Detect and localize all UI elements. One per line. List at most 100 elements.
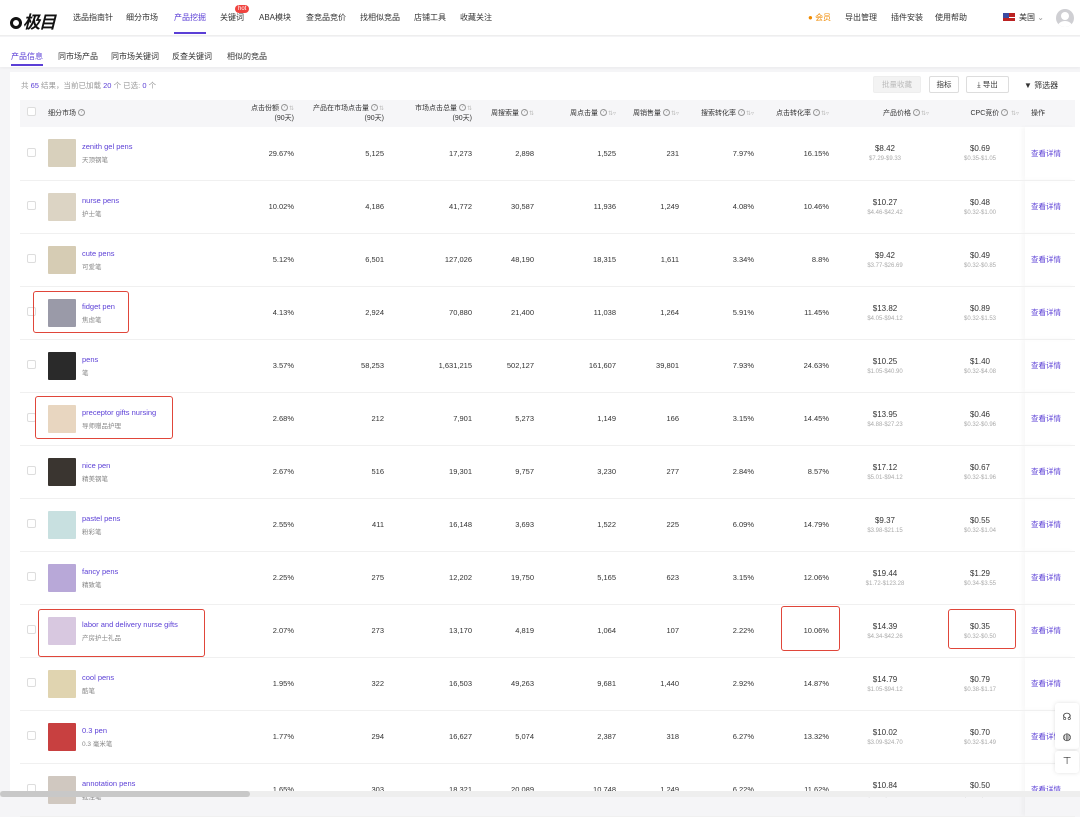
market-name-link[interactable]: cute pens <box>82 249 115 258</box>
weekly-search: 20,089 <box>478 763 540 817</box>
nav-item-favorites[interactable]: 收藏关注 <box>460 12 492 23</box>
market-name-link[interactable]: pastel pens <box>82 514 120 523</box>
view-details-link[interactable]: 查看详情 <box>1025 604 1075 658</box>
tab-same-market-products[interactable]: 同市场产品 <box>58 51 98 62</box>
click-share: 4.13% <box>230 286 300 340</box>
vip-link[interactable]: ● 会员 <box>808 12 831 23</box>
col-search-cvr[interactable]: 搜索转化率? ⇅▿ <box>685 100 760 127</box>
market-name-link[interactable]: labor and delivery nurse gifts <box>82 620 178 629</box>
product-thumbnail[interactable] <box>48 139 76 168</box>
row-checkbox[interactable] <box>26 572 36 581</box>
product-thumbnail[interactable] <box>48 722 76 751</box>
market-name-link[interactable]: nurse pens <box>82 196 119 205</box>
back-to-top-button[interactable]: ⊤ <box>1055 751 1079 773</box>
avatar[interactable] <box>1056 9 1074 27</box>
product-thumbnail[interactable] <box>48 351 76 380</box>
market-name-link[interactable]: fidget pen <box>82 302 115 311</box>
market-name-link[interactable]: annotation pens <box>82 779 135 788</box>
row-checkbox[interactable] <box>26 201 36 210</box>
weekly-sales: 107 <box>622 604 685 658</box>
view-details-link[interactable]: 查看详情 <box>1025 392 1075 446</box>
market-name-link[interactable]: pens <box>82 355 98 364</box>
export-button[interactable]: ⤓ 导出 <box>966 76 1009 93</box>
col-weekly-search[interactable]: 周搜索量? ⇅ <box>478 100 540 127</box>
nav-item-keywords[interactable]: 关键词 hot <box>220 5 250 23</box>
col-click-cvr[interactable]: 点击转化率? ⇅▿ <box>760 100 835 127</box>
col-price[interactable]: 产品价格? ⇅▿ <box>835 100 935 127</box>
nav-item-product-mining[interactable]: 产品挖掘 <box>174 12 206 34</box>
view-details-link[interactable]: 查看详情 <box>1025 180 1075 234</box>
nav-item-similar[interactable]: 找相似竞品 <box>360 12 400 23</box>
view-details-link[interactable]: 查看详情 <box>1025 233 1075 287</box>
view-details-link[interactable]: 查看详情 <box>1025 551 1075 605</box>
row-checkbox[interactable] <box>26 307 36 316</box>
row-checkbox[interactable] <box>26 678 36 687</box>
filter-button[interactable]: ▼ 筛选器 <box>1024 80 1058 91</box>
tab-similar-competitors[interactable]: 相似的竞品 <box>227 51 267 62</box>
nav-item-compass[interactable]: 选品指南针 <box>73 12 113 23</box>
row-checkbox[interactable] <box>26 413 36 422</box>
product-thumbnail[interactable] <box>48 775 76 804</box>
scrollbar-thumb[interactable] <box>0 791 250 797</box>
product-thumbnail[interactable] <box>48 510 76 539</box>
help-icon: ? <box>599 109 607 117</box>
product-thumbnail[interactable] <box>48 192 76 221</box>
product-thumbnail[interactable] <box>48 245 76 274</box>
product-thumbnail[interactable] <box>48 457 76 486</box>
tab-reverse-keywords[interactable]: 反查关键词 <box>172 51 212 62</box>
product-thumbnail[interactable] <box>48 404 76 433</box>
nav-item-aba[interactable]: ABA模块 <box>259 12 291 23</box>
view-details-link[interactable]: 查看详情 <box>1025 286 1075 340</box>
product-thumbnail[interactable] <box>48 669 76 698</box>
view-details-link[interactable]: 查看详情 <box>1025 498 1075 552</box>
market-name-link[interactable]: nice pen <box>82 461 110 470</box>
view-details-link[interactable]: 查看详情 <box>1025 445 1075 499</box>
click-cvr: 13.32% <box>760 710 835 764</box>
row-checkbox[interactable] <box>26 147 36 157</box>
product-table: 细分市场? 点击份额? ⇅ (90天) 产品在市场点击量? ⇅ (90天) 市场点击总量… <box>20 100 1075 817</box>
col-weekly-clicks[interactable]: 周点击量? ⇅▿ <box>540 100 622 127</box>
market-name-link[interactable]: cool pens <box>82 673 114 682</box>
export-manage-link[interactable]: 导出管理 <box>845 12 877 23</box>
col-product-clicks[interactable]: 产品在市场点击量? ⇅ (90天) <box>300 100 390 127</box>
col-market-clicks[interactable]: 市场点击总量? ⇅ (90天) <box>390 100 478 127</box>
market-name-link[interactable]: zenith gel pens <box>82 142 132 151</box>
row-checkbox[interactable] <box>26 731 36 740</box>
market-name-link[interactable]: 0.3 pen <box>82 726 112 735</box>
col-weekly-sales[interactable]: 周销售量? ⇅▿ <box>622 100 685 127</box>
row-checkbox[interactable] <box>26 254 36 263</box>
cpc-bid: $0.35 <box>969 621 991 631</box>
col-click-share[interactable]: 点击份额? ⇅ (90天) <box>230 100 300 127</box>
plugin-install-link[interactable]: 插件安装 <box>891 12 923 23</box>
tab-product-info[interactable]: 产品信息 <box>11 51 43 66</box>
metrics-button[interactable]: 指标 <box>929 76 959 93</box>
help-link[interactable]: 使用帮助 <box>935 12 967 23</box>
headset-icon[interactable]: ☊ <box>1055 708 1079 728</box>
cpc-range: $0.32-$1.96 <box>963 474 997 481</box>
market-name-link[interactable]: preceptor gifts nursing <box>82 408 156 417</box>
weekly-clicks: 11,936 <box>540 180 622 234</box>
tab-same-market-keywords[interactable]: 同市场关键词 <box>111 51 159 62</box>
select-all-checkbox[interactable] <box>26 107 36 116</box>
product-thumbnail[interactable] <box>48 616 76 645</box>
country-select[interactable]: 美国 ⌄ <box>1003 12 1044 23</box>
batch-favorite-button[interactable]: 批量收藏 <box>873 76 921 93</box>
globe-icon[interactable]: ◍ <box>1055 728 1079 748</box>
horizontal-scrollbar[interactable] <box>0 791 1080 797</box>
nav-item-competitor-bids[interactable]: 查竞品竞价 <box>306 12 346 23</box>
nav-item-store-tools[interactable]: 店铺工具 <box>414 12 446 23</box>
row-checkbox[interactable] <box>26 625 36 634</box>
product-thumbnail[interactable] <box>48 563 76 592</box>
brand-logo[interactable]: 极目 <box>10 8 56 33</box>
market-name-link[interactable]: fancy pens <box>82 567 118 576</box>
row-checkbox[interactable] <box>26 519 36 528</box>
row-checkbox[interactable] <box>26 360 36 369</box>
nav-item-market[interactable]: 细分市场 <box>126 12 158 23</box>
col-cpc[interactable]: CPC竞价? ⇅▿ <box>935 100 1025 127</box>
view-details-link[interactable]: 查看详情 <box>1025 339 1075 393</box>
product-thumbnail[interactable] <box>48 298 76 327</box>
row-checkbox[interactable] <box>26 466 36 475</box>
weekly-sales: 39,801 <box>622 339 685 393</box>
view-details-link[interactable]: 查看详情 <box>1025 127 1075 181</box>
price-range: $7.29-$9.33 <box>868 156 902 163</box>
